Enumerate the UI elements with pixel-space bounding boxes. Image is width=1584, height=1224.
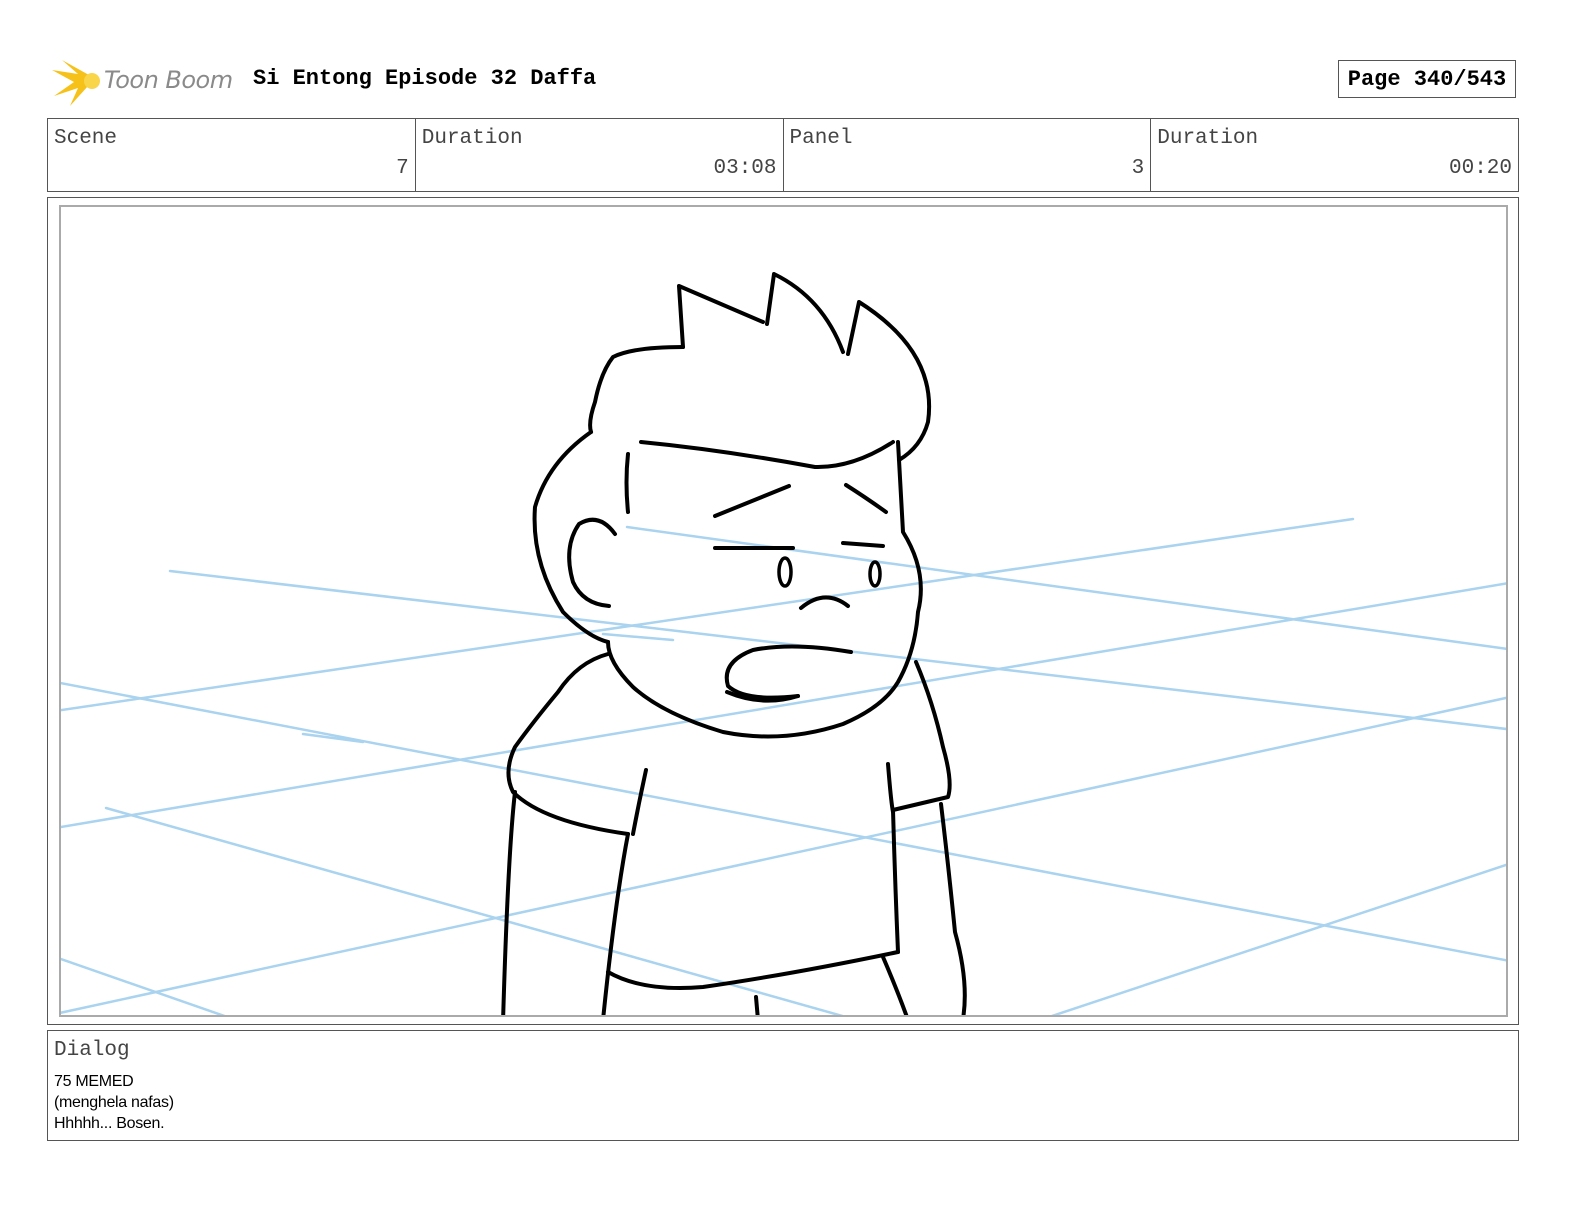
dialog-line: Hhhhh... Bosen. [54,1115,165,1132]
info-row: Scene 7 Duration 03:08 Panel 3 Duration … [47,118,1519,192]
scene-value: 7 [396,157,409,180]
panel-duration-cell: Duration 00:20 [1151,119,1518,191]
scene-duration-cell: Duration 03:08 [416,119,784,191]
panel-drawing-area [59,205,1508,1017]
panel-cell: Panel 3 [784,119,1152,191]
panel-duration-value: 00:20 [1448,157,1512,180]
scene-label: Scene [54,127,118,150]
toon-boom-logo: Toon Boom [50,56,240,108]
dialog-box: Dialog 75 MEMED (menghela nafas) Hhhhh..… [47,1030,1519,1141]
panel-value: 3 [1131,157,1145,180]
character-sketch [61,272,1506,1015]
panel-label: Panel [789,127,853,150]
page-indicator: Page 340/543 [1338,60,1516,98]
scene-duration-value: 03:08 [713,157,777,180]
storyboard-panel [47,197,1519,1025]
scene-duration-label: Duration [421,127,523,150]
perspective-guides [61,517,1506,1015]
logo-text: Toon Boom [104,66,233,94]
scene-cell: Scene 7 [48,119,416,191]
dialog-line: 75 MEMED [54,1073,134,1090]
character-outline [501,272,967,1015]
document-title: Si Entong Episode 32 Daffa [253,66,597,91]
dialog-text: 75 MEMED (menghela nafas) Hhhhh... Bosen… [54,1071,174,1134]
panel-duration-label: Duration [1157,127,1259,150]
starburst-icon [52,60,100,106]
dialog-line: (menghela nafas) [54,1094,174,1111]
dialog-label: Dialog [54,1039,130,1062]
